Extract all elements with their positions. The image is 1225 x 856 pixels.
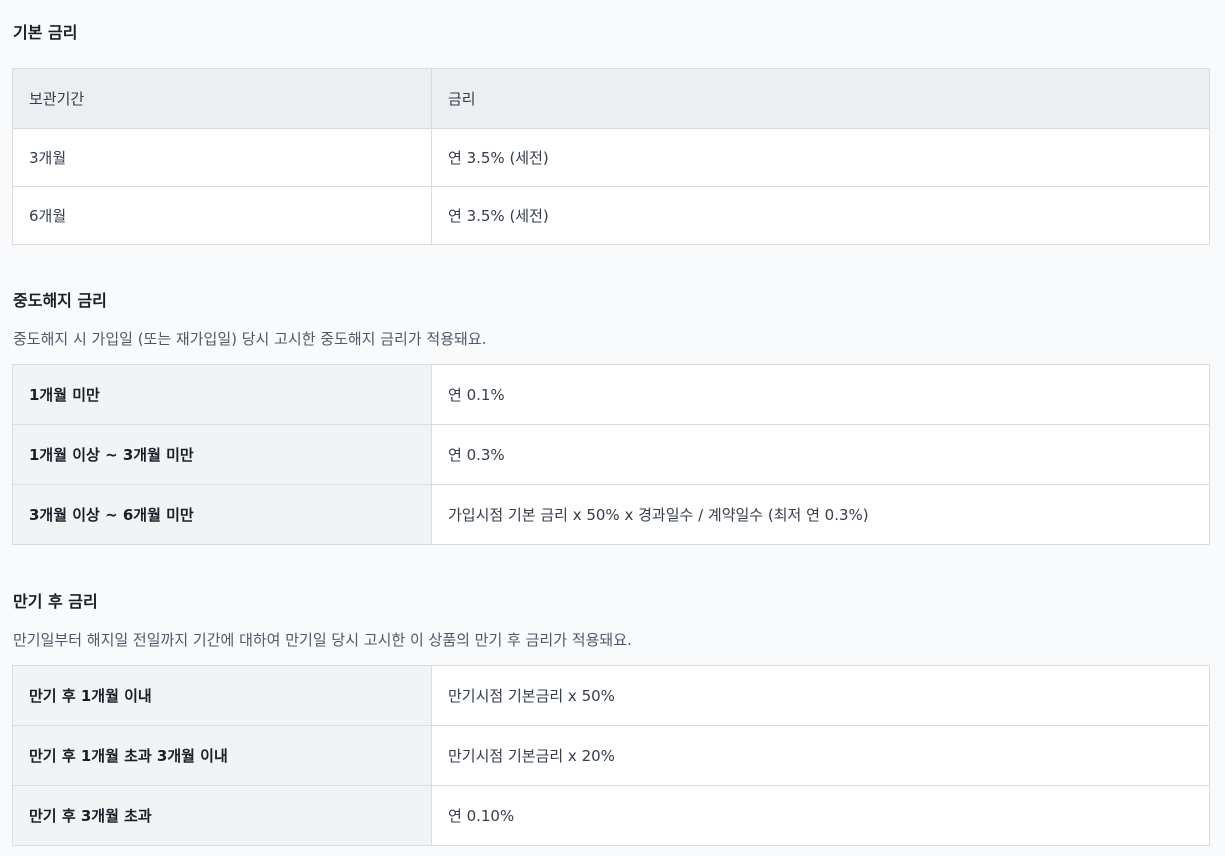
rate-cell: 만기시점 기본금리 x 50%	[431, 665, 1210, 726]
basic-rate-table: 보관기간 금리 3개월 연 3.5% (세전) 6개월 연 3.5% (세전)	[12, 68, 1210, 245]
table-row: 3개월 연 3.5% (세전)	[12, 128, 1210, 187]
period-header: 보관기간	[12, 68, 432, 129]
after-maturity-description: 만기일부터 해지일 전일까지 기간에 대하여 만기일 당시 고시한 이 상품의 …	[13, 631, 632, 649]
rate-cell: 연 0.3%	[431, 424, 1210, 485]
period-cell: 3개월 이상 ~ 6개월 미만	[12, 484, 432, 545]
table-header-row: 보관기간 금리	[12, 68, 1210, 129]
basic-rate-title: 기본 금리	[13, 23, 78, 42]
period-cell: 6개월	[12, 186, 432, 245]
early-termination-description: 중도해지 시 가입일 (또는 재가입일) 당시 고시한 중도해지 금리가 적용돼…	[13, 330, 487, 348]
table-row: 만기 후 1개월 이내 만기시점 기본금리 x 50%	[12, 665, 1210, 726]
table-row: 3개월 이상 ~ 6개월 미만 가입시점 기본 금리 x 50% x 경과일수 …	[12, 484, 1210, 545]
rate-header: 금리	[431, 68, 1210, 129]
table-row: 만기 후 3개월 초과 연 0.10%	[12, 785, 1210, 846]
period-cell: 3개월	[12, 128, 432, 187]
table-row: 만기 후 1개월 초과 3개월 이내 만기시점 기본금리 x 20%	[12, 725, 1210, 786]
period-cell: 만기 후 1개월 초과 3개월 이내	[12, 725, 432, 786]
rate-cell: 연 0.10%	[431, 785, 1210, 846]
after-maturity-title: 만기 후 금리	[13, 592, 98, 611]
after-maturity-table: 만기 후 1개월 이내 만기시점 기본금리 x 50% 만기 후 1개월 초과 …	[12, 665, 1210, 846]
rate-cell: 가입시점 기본 금리 x 50% x 경과일수 / 계약일수 (최저 연 0.3…	[431, 484, 1210, 545]
rate-cell: 만기시점 기본금리 x 20%	[431, 725, 1210, 786]
rate-cell: 연 3.5% (세전)	[431, 128, 1210, 187]
period-cell: 만기 후 1개월 이내	[12, 665, 432, 726]
rate-cell: 연 0.1%	[431, 364, 1210, 425]
early-termination-table: 1개월 미만 연 0.1% 1개월 이상 ~ 3개월 미만 연 0.3% 3개월…	[12, 364, 1210, 545]
early-termination-title: 중도해지 금리	[13, 291, 107, 310]
period-cell: 1개월 미만	[12, 364, 432, 425]
table-row: 6개월 연 3.5% (세전)	[12, 186, 1210, 245]
table-row: 1개월 이상 ~ 3개월 미만 연 0.3%	[12, 424, 1210, 485]
rate-cell: 연 3.5% (세전)	[431, 186, 1210, 245]
period-cell: 1개월 이상 ~ 3개월 미만	[12, 424, 432, 485]
period-cell: 만기 후 3개월 초과	[12, 785, 432, 846]
table-row: 1개월 미만 연 0.1%	[12, 364, 1210, 425]
